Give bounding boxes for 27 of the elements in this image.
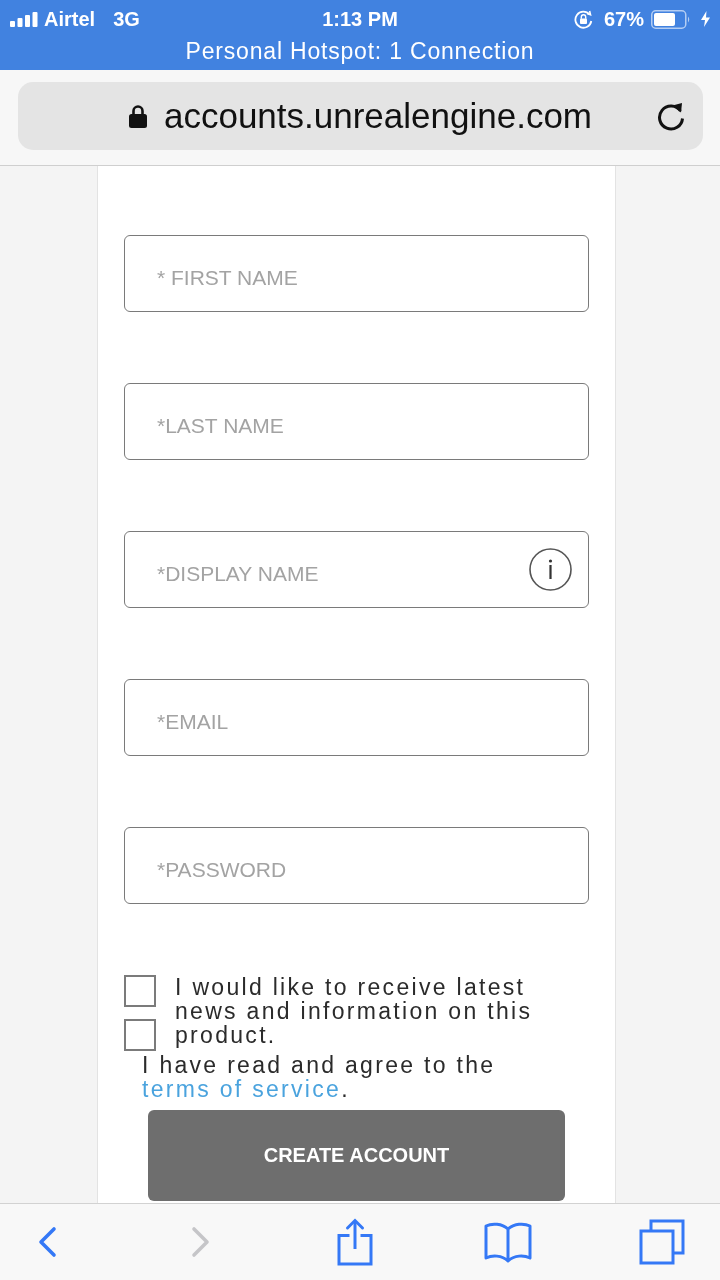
share-icon[interactable] <box>336 1218 373 1266</box>
back-icon[interactable] <box>37 1226 57 1258</box>
clock-time: 1:13 PM <box>322 7 398 31</box>
book-icon[interactable] <box>484 1221 533 1263</box>
input-field[interactable]: *LAST NAME <box>124 383 589 460</box>
reload-icon[interactable] <box>656 100 686 132</box>
hotspot-status-text: Personal Hotspot: 1 Connection <box>185 37 535 65</box>
tabs-icon[interactable] <box>639 1219 685 1265</box>
checkbox[interactable] <box>124 975 156 1007</box>
battery-percent: 67% <box>603 7 644 31</box>
battery-icon <box>651 9 691 29</box>
terms-link[interactable]: terms of service <box>142 1076 342 1102</box>
signal-icon <box>10 11 38 27</box>
input-field[interactable]: *EMAIL <box>124 679 589 756</box>
input-field[interactable]: * FIRST NAME <box>124 235 589 312</box>
address-bar[interactable]: accounts.unrealengine.com <box>18 82 703 150</box>
terms-text: I have read and agree to the terms of service. <box>142 1053 497 1101</box>
network-type: 3G <box>113 7 140 31</box>
input-field[interactable]: *PASSWORD <box>124 827 589 904</box>
url-text: accounts.unrealengine.com <box>163 95 593 137</box>
carrier-name: Airtel <box>44 7 96 31</box>
info-icon[interactable] <box>529 548 572 591</box>
create-account-button[interactable]: CREATE ACCOUNT <box>148 1110 565 1201</box>
input-field[interactable]: *DISPLAY NAME <box>124 531 589 608</box>
rotation-lock-icon <box>573 9 593 29</box>
checkbox[interactable] <box>124 1019 156 1051</box>
newsletter-label: I would like to receive latest news and information on this product. <box>175 975 534 1050</box>
